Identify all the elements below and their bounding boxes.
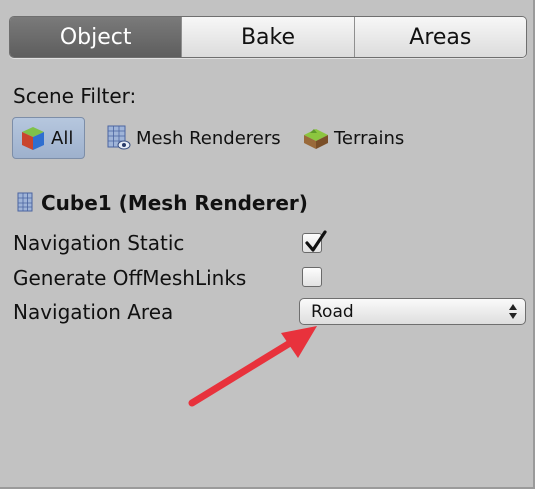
mesh-renderer-icon	[15, 191, 37, 215]
generate-offmeshlinks-label: Generate OffMeshLinks	[13, 266, 247, 290]
tab-areas[interactable]: Areas	[353, 17, 526, 57]
mesh-renderer-icon	[104, 124, 132, 152]
checkmark-icon	[305, 230, 327, 252]
tab-bar: Object Bake Areas	[9, 16, 527, 58]
cube-icon	[19, 124, 47, 152]
terrain-icon	[302, 124, 330, 152]
object-title-text: Cube1 (Mesh Renderer)	[41, 191, 308, 215]
filter-mesh-renderers-button[interactable]: Mesh Renderers	[104, 117, 281, 159]
scene-filter-label: Scene Filter:	[13, 84, 137, 108]
navigation-area-dropdown[interactable]: Road	[299, 298, 526, 325]
generate-offmeshlinks-checkbox[interactable]	[302, 267, 322, 287]
filter-terrains-label: Terrains	[334, 127, 405, 149]
navigation-static-label: Navigation Static	[13, 231, 185, 255]
object-title: Cube1 (Mesh Renderer)	[15, 191, 308, 215]
filter-all-label: All	[51, 127, 74, 149]
tab-bake[interactable]: Bake	[181, 17, 354, 57]
updown-arrow-icon	[509, 304, 517, 319]
scene-filter-options: All Mesh Renderers Terrains	[12, 117, 532, 161]
navigation-area-label: Navigation Area	[13, 300, 174, 324]
navigation-static-checkbox[interactable]	[302, 230, 327, 253]
filter-terrains-button[interactable]: Terrains	[302, 117, 404, 159]
filter-mesh-renderers-label: Mesh Renderers	[136, 127, 281, 149]
navigation-panel: Object Bake Areas Scene Filter: All Mesh…	[0, 0, 535, 489]
filter-all-button[interactable]: All	[12, 117, 85, 159]
tab-object[interactable]: Object	[10, 17, 182, 57]
navigation-area-value: Road	[311, 301, 354, 322]
